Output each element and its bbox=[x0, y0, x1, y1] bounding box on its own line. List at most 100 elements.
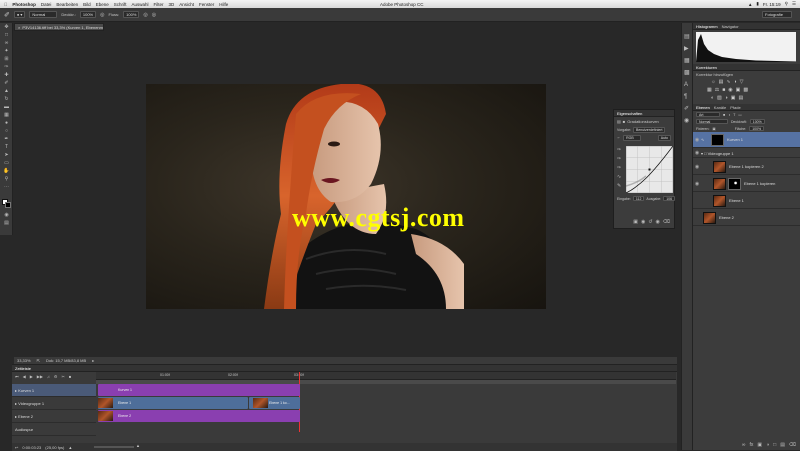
marquee-tool-icon[interactable]: □ bbox=[3, 33, 10, 38]
threshold-icon[interactable]: ◑ bbox=[725, 95, 728, 101]
eyedropper-tool-icon[interactable]: ✑ bbox=[3, 65, 10, 70]
battery-icon[interactable]: ▮ bbox=[756, 1, 758, 7]
layer-mask-thumb[interactable] bbox=[728, 177, 741, 190]
healing-tool-icon[interactable]: ✚ bbox=[3, 73, 10, 78]
eye-icon[interactable] bbox=[693, 198, 701, 204]
split-icon[interactable]: ✂ bbox=[62, 374, 65, 379]
color-balance-icon[interactable]: ⚖ bbox=[715, 87, 719, 93]
type-tool-icon[interactable]: T bbox=[3, 145, 10, 150]
exposure-icon[interactable]: ◑ bbox=[734, 79, 737, 85]
fill-input[interactable]: 100% bbox=[749, 126, 765, 131]
track-header[interactable]: ▸ Kurven 1 bbox=[12, 384, 96, 397]
layer-row[interactable]: ◉ Ebene 1 kopieren bbox=[693, 176, 800, 192]
eye-icon[interactable] bbox=[693, 215, 701, 221]
filter-shape-icon[interactable]: ▭ bbox=[738, 113, 741, 117]
view-previous-icon[interactable]: ◉ bbox=[641, 219, 645, 225]
paragraph-icon[interactable]: ¶ bbox=[684, 91, 690, 103]
track-header[interactable]: ▸ Videogruppe 1 bbox=[12, 397, 96, 410]
airbrush-icon[interactable]: ◎ bbox=[143, 12, 147, 18]
styles-icon[interactable]: ▩ bbox=[684, 67, 690, 79]
track-header[interactable]: Audiospur bbox=[12, 423, 96, 436]
prev-frame-icon[interactable]: ◀ bbox=[23, 374, 26, 379]
layer-row[interactable]: ◉ ▾ □ Videogruppe 1 bbox=[693, 149, 800, 158]
wifi-icon[interactable]: ▲ bbox=[748, 2, 752, 7]
shape-tool-icon[interactable]: ▭ bbox=[3, 161, 10, 166]
add-mask-icon[interactable]: ▣ bbox=[757, 442, 762, 448]
stamp-tool-icon[interactable]: ▲ bbox=[3, 89, 10, 94]
status-arrow-icon[interactable]: ▸ bbox=[92, 358, 94, 363]
filter-type-icon[interactable]: T bbox=[733, 113, 735, 117]
link-icon[interactable]: ∞ bbox=[742, 442, 746, 448]
brush-tool-icon[interactable]: ✐ bbox=[4, 11, 10, 19]
bw-icon[interactable]: ■ bbox=[722, 87, 725, 93]
new-layer-icon[interactable]: ▤ bbox=[780, 442, 785, 448]
levels-icon[interactable]: ▤ bbox=[719, 79, 724, 85]
eraser-tool-icon[interactable]: ▬ bbox=[3, 105, 10, 110]
screen-mode-icon[interactable]: ▤ bbox=[3, 221, 10, 226]
time-ruler[interactable]: 01:00f 02:00f 03:00f bbox=[96, 372, 676, 380]
menu-ansicht[interactable]: Ansicht bbox=[179, 2, 194, 7]
blend-mode-select[interactable]: Normal bbox=[696, 119, 728, 124]
timeline-clip[interactable]: Ebene 2 bbox=[98, 410, 300, 422]
workspace-select[interactable]: Fotografie bbox=[762, 11, 792, 18]
reset-icon[interactable]: ↺ bbox=[648, 219, 652, 225]
photo-filter-icon[interactable]: ◉ bbox=[728, 87, 732, 93]
photo-canvas[interactable] bbox=[146, 84, 546, 309]
crop-tool-icon[interactable]: ⊞ bbox=[3, 57, 10, 62]
channel-select[interactable]: RGB bbox=[623, 135, 642, 141]
transition-icon[interactable]: ■ bbox=[69, 374, 71, 379]
history-brush-tool-icon[interactable]: ↻ bbox=[3, 97, 10, 102]
layer-row[interactable]: Ebene 2 bbox=[693, 210, 800, 226]
eyedropper-white-icon[interactable]: ✑ bbox=[617, 164, 624, 173]
flow-input[interactable]: 100% bbox=[123, 11, 140, 18]
tab-navigator[interactable]: Navigator bbox=[722, 24, 739, 29]
hue-icon[interactable]: ▦ bbox=[707, 87, 712, 93]
render-icon[interactable]: ↩ bbox=[15, 445, 18, 450]
menu-app-name[interactable]: Photoshop bbox=[12, 2, 36, 7]
layer-mask-thumb[interactable] bbox=[711, 133, 724, 146]
zoom-in-icon[interactable]: ▲ bbox=[136, 443, 140, 448]
actions-icon[interactable]: ▶ bbox=[684, 43, 690, 55]
gradient-map-icon[interactable]: ▤ bbox=[739, 95, 744, 101]
close-icon[interactable]: × bbox=[18, 25, 20, 30]
curves-graph[interactable] bbox=[626, 146, 673, 193]
group-icon[interactable]: □ bbox=[773, 442, 776, 448]
share-icon[interactable]: ⇱ bbox=[37, 358, 40, 363]
menu-auswahl[interactable]: Auswahl bbox=[131, 2, 148, 7]
eye-icon[interactable]: ◉ bbox=[693, 137, 701, 143]
channel-mixer-icon[interactable]: ▣ bbox=[736, 87, 741, 93]
background-color-swatch[interactable] bbox=[5, 202, 11, 208]
list-icon[interactable]: ☰ bbox=[792, 1, 796, 7]
selective-color-icon[interactable]: ▣ bbox=[731, 95, 736, 101]
pen-tool-icon[interactable]: ✒ bbox=[3, 137, 10, 142]
vibrance-icon[interactable]: ▽ bbox=[740, 79, 744, 85]
dodge-tool-icon[interactable]: ○ bbox=[3, 129, 10, 134]
filter-adjust-icon[interactable]: ◑ bbox=[728, 113, 730, 117]
zoom-out-icon[interactable]: ▲ bbox=[68, 445, 72, 450]
layer-row[interactable]: ◉ ∿ Kurven 1 bbox=[693, 132, 800, 148]
brush-tool-icon[interactable]: ✐ bbox=[3, 81, 10, 86]
timeline-clip[interactable]: Kurven 1 bbox=[98, 384, 300, 396]
brush-size-picker[interactable]: ● ▾ bbox=[13, 11, 26, 18]
pressure-opacity-icon[interactable]: ◎ bbox=[100, 12, 104, 18]
pencil-icon[interactable]: ✎ bbox=[617, 182, 624, 191]
zoom-slider[interactable] bbox=[94, 446, 134, 448]
blur-tool-icon[interactable]: ● bbox=[3, 121, 10, 126]
posterize-icon[interactable]: ▧ bbox=[717, 95, 722, 101]
auto-button[interactable]: Auto bbox=[657, 135, 671, 141]
layer-row[interactable]: Ebene 1 bbox=[693, 193, 800, 209]
zoom-level[interactable]: 33,33% bbox=[17, 358, 31, 363]
next-frame-icon[interactable]: ▶▶ bbox=[37, 374, 43, 379]
tab-adjustments[interactable]: Korrekturen bbox=[696, 65, 717, 70]
layer-opacity-input[interactable]: 100% bbox=[749, 119, 765, 124]
document-tab[interactable]: × P3V14136.tiff bei 33,3% (Kurven 1, Ebe… bbox=[14, 23, 104, 31]
trash-icon[interactable]: ⌫ bbox=[789, 442, 796, 448]
layer-filter-select[interactable]: Art bbox=[696, 112, 720, 117]
swatches-icon[interactable]: ▦ bbox=[684, 55, 690, 67]
eyedropper-black-icon[interactable]: ✑ bbox=[617, 146, 624, 155]
eye-icon[interactable]: ◉ bbox=[693, 181, 701, 187]
lock-icon[interactable]: ▣ bbox=[712, 127, 715, 131]
clone-source-icon[interactable]: ◉ bbox=[684, 115, 690, 127]
zoom-tool-icon[interactable]: ⚲ bbox=[3, 177, 10, 182]
layer-row[interactable]: ◉ Ebene 1 kopieren 2 bbox=[693, 159, 800, 175]
